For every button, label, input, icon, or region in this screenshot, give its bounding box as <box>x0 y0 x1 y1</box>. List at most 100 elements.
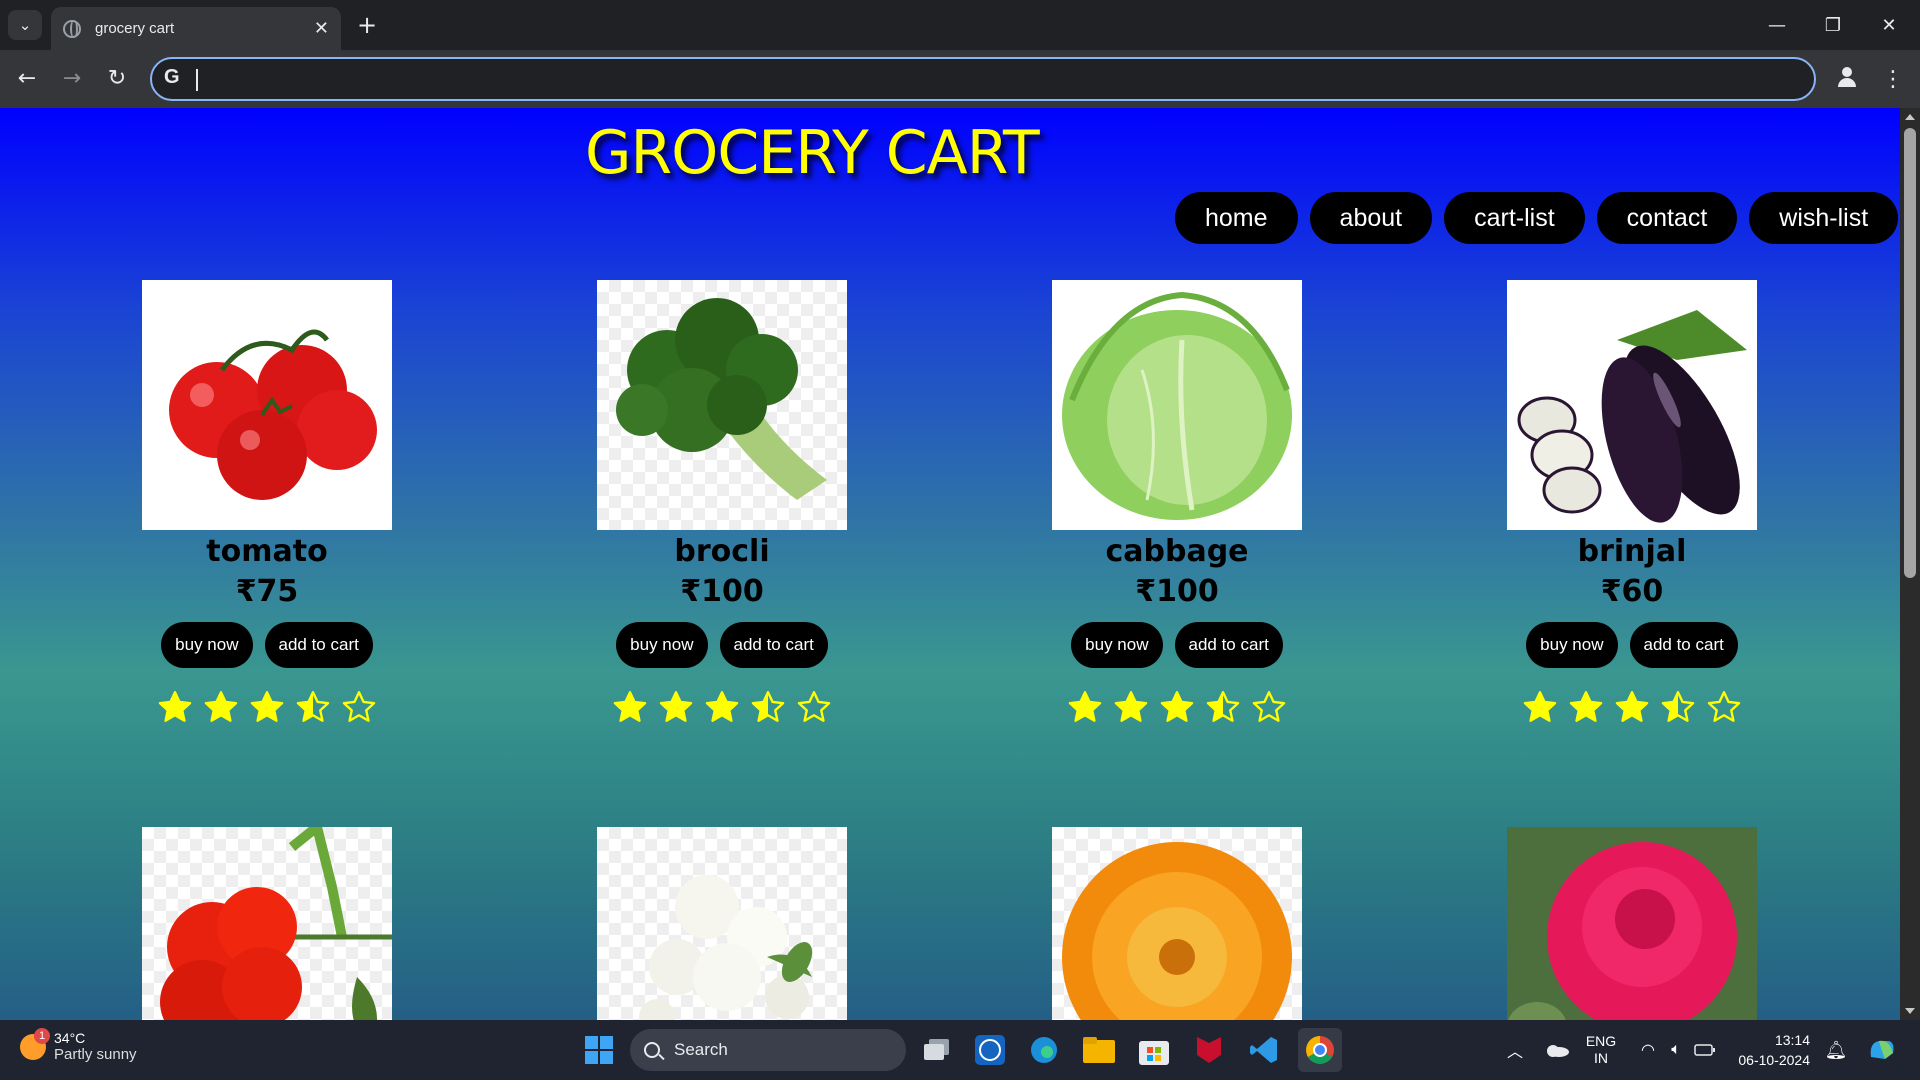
jasmine-image <box>597 827 847 1020</box>
dell-app-icon[interactable] <box>968 1028 1012 1072</box>
scroll-up-arrow-icon[interactable] <box>1905 114 1915 120</box>
vscode-icon[interactable] <box>1242 1028 1286 1072</box>
browser-toolbar: ← → ↻ G ⋮ <box>0 50 1920 108</box>
scrollbar-thumb[interactable] <box>1904 128 1916 578</box>
product-price: ₹100 <box>680 574 764 609</box>
star-full-icon <box>1522 690 1558 728</box>
copilot-icon[interactable] <box>1862 1020 1902 1080</box>
product-price: ₹75 <box>235 574 299 609</box>
rating-stars <box>127 690 407 728</box>
product-name: brinjal <box>1577 534 1687 569</box>
buy-now-button[interactable]: buy now <box>1071 622 1163 668</box>
product-card-brinjal: brinjal ₹60 buy now add to cart <box>1492 280 1772 728</box>
nav-cart-list[interactable]: cart-list <box>1444 192 1585 244</box>
forward-arrow-icon[interactable]: → <box>55 61 89 95</box>
star-full-icon <box>658 690 694 728</box>
weather-widget[interactable]: 1 34°C Partly sunny <box>20 1027 137 1063</box>
nav-wish-list[interactable]: wish-list <box>1749 192 1899 244</box>
region-code: IN <box>1594 1050 1608 1066</box>
task-view-icon[interactable] <box>915 1028 959 1072</box>
battery-icon[interactable] <box>1690 1020 1720 1080</box>
minimize-icon[interactable]: — <box>1749 0 1805 50</box>
flower-card-hibiscus <box>127 827 407 1020</box>
star-full-icon <box>1568 690 1604 728</box>
close-tab-icon[interactable]: ✕ <box>314 18 329 39</box>
volume-icon[interactable]: 🔈︎ <box>1662 1020 1690 1080</box>
star-half-icon <box>1660 690 1696 728</box>
show-hidden-icons-chevron-icon[interactable]: ︿ <box>1500 1020 1530 1080</box>
clock-time: 13:14 <box>1774 1032 1810 1048</box>
clock[interactable]: 13:14 06-10-2024 <box>1730 1020 1810 1080</box>
windows-taskbar: 1 34°C Partly sunny Search ︿ ENG IN ◠ 🔈︎… <box>0 1020 1920 1080</box>
star-half-icon <box>750 690 786 728</box>
browser-tab[interactable]: grocery cart ✕ <box>51 7 341 50</box>
microsoft-store-icon[interactable] <box>1132 1028 1176 1072</box>
address-bar[interactable]: G <box>150 57 1816 101</box>
star-empty-icon <box>1251 690 1287 728</box>
chrome-icon[interactable] <box>1298 1028 1342 1072</box>
star-empty-icon <box>796 690 832 728</box>
nav-contact[interactable]: contact <box>1596 192 1738 244</box>
file-explorer-icon[interactable] <box>1077 1028 1121 1072</box>
taskbar-search[interactable]: Search <box>630 1029 906 1071</box>
tomato-image <box>142 280 392 530</box>
back-arrow-icon[interactable]: ← <box>10 61 44 95</box>
star-full-icon <box>157 690 193 728</box>
scroll-down-arrow-icon[interactable] <box>1905 1008 1915 1014</box>
buy-now-button[interactable]: buy now <box>1526 622 1618 668</box>
star-half-icon <box>1205 690 1241 728</box>
page-scrollbar[interactable] <box>1900 108 1920 1020</box>
star-full-icon <box>1113 690 1149 728</box>
wifi-icon[interactable]: ◠ <box>1634 1020 1662 1080</box>
add-to-cart-button[interactable]: add to cart <box>1629 622 1738 668</box>
page-viewport: GROCERY CART home about cart-list contac… <box>0 108 1900 1020</box>
hibiscus-image <box>142 827 392 1020</box>
browser-tab-strip: ⌄ grocery cart ✕ + — ❐ ✕ <box>0 0 1920 50</box>
window-close-icon[interactable]: ✕ <box>1861 0 1917 50</box>
notification-badge: 1 <box>34 1027 50 1044</box>
product-card-tomato: tomato ₹75 buy now add to cart <box>127 280 407 728</box>
product-name: cabbage <box>1105 534 1249 569</box>
add-to-cart-button[interactable]: add to cart <box>264 622 373 668</box>
windows-start-icon[interactable] <box>577 1028 621 1072</box>
rating-stars <box>1037 690 1317 728</box>
reload-icon[interactable]: ↻ <box>100 61 134 95</box>
new-tab-plus-icon[interactable]: + <box>352 9 382 41</box>
nav-home[interactable]: home <box>1175 192 1298 244</box>
buy-now-button[interactable]: buy now <box>616 622 708 668</box>
add-to-cart-button[interactable]: add to cart <box>1174 622 1283 668</box>
taskbar-search-label: Search <box>674 1040 728 1059</box>
address-input[interactable] <box>202 65 1702 93</box>
marigold-image <box>1052 827 1302 1020</box>
language-indicator[interactable]: ENG IN <box>1578 1020 1624 1080</box>
profile-avatar-icon[interactable] <box>1832 62 1862 92</box>
star-full-icon <box>1067 690 1103 728</box>
search-icon <box>644 1042 660 1058</box>
product-card-cabbage: cabbage ₹100 buy now add to cart <box>1037 280 1317 728</box>
menu-kebab-icon[interactable]: ⋮ <box>1878 62 1908 96</box>
buy-now-button[interactable]: buy now <box>161 622 253 668</box>
clock-date: 06-10-2024 <box>1738 1052 1810 1068</box>
star-full-icon <box>612 690 648 728</box>
add-to-cart-button[interactable]: add to cart <box>719 622 828 668</box>
broccoli-image <box>597 280 847 530</box>
nav-about[interactable]: about <box>1309 192 1433 244</box>
edge-browser-icon[interactable] <box>1022 1028 1066 1072</box>
product-name: tomato <box>206 534 328 569</box>
language-code: ENG <box>1585 1033 1617 1049</box>
tab-search-chevron-icon[interactable]: ⌄ <box>8 10 42 40</box>
rating-stars <box>582 690 862 728</box>
text-caret <box>196 69 198 91</box>
weather-temp: 34°C <box>54 1030 86 1046</box>
star-half-icon <box>295 690 331 728</box>
star-empty-icon <box>1706 690 1742 728</box>
product-price: ₹60 <box>1600 574 1664 609</box>
onedrive-cloud-icon[interactable] <box>1540 1020 1574 1080</box>
product-price: ₹100 <box>1135 574 1219 609</box>
mcafee-icon[interactable] <box>1187 1028 1231 1072</box>
restore-icon[interactable]: ❐ <box>1805 0 1861 50</box>
site-title: GROCERY CART <box>585 118 1040 188</box>
notification-bell-icon[interactable]: 🔔︎ <box>1822 1020 1850 1080</box>
flower-card-rose <box>1492 827 1772 1020</box>
star-full-icon <box>203 690 239 728</box>
